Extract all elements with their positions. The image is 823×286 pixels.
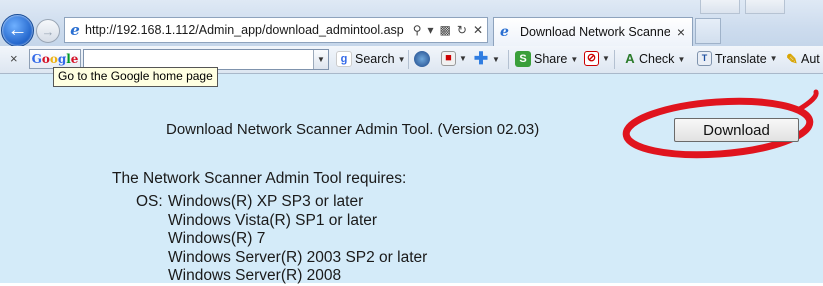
os-list-item: Windows Vista(R) SP1 or later <box>168 211 378 229</box>
autofill-button[interactable]: ✎ Aut <box>786 51 820 67</box>
autofill-pencil-icon: ✎ <box>786 51 798 67</box>
toolbar-close-icon[interactable]: × <box>10 51 18 66</box>
share-label: Share <box>534 52 568 66</box>
popup-blocker-button[interactable]: ⊘ ▼ <box>584 51 610 66</box>
plus-button[interactable]: ✚ ▼ <box>473 49 500 68</box>
search-button-label: Search <box>355 52 395 66</box>
chevron-down-icon: ▼ <box>492 54 500 64</box>
requirements-intro: The Network Scanner Admin Tool requires: <box>112 170 407 187</box>
google-logo-letter: e <box>70 52 79 66</box>
page-title: Download Network Scanner Admin Tool. (Ve… <box>166 121 540 138</box>
pagerank-button[interactable] <box>414 51 430 67</box>
share-icon: S <box>515 51 531 67</box>
tab-close-icon[interactable]: × <box>670 24 692 40</box>
google-logo-letter: o <box>41 52 50 66</box>
window-control[interactable] <box>700 0 740 14</box>
google-logo-letter: o <box>49 52 58 66</box>
os-list-item: Windows(R) XP SP3 or later <box>168 193 364 210</box>
os-requirements-list: Windows(R) XP SP3 or later Windows Vista… <box>168 193 427 286</box>
check-label: Check <box>639 52 675 66</box>
chevron-down-icon: ▼ <box>677 54 686 64</box>
dropdown-arrow-icon[interactable]: ▾ <box>428 23 434 37</box>
tab-download-network-scanner[interactable]: e Download Network Scanne... × <box>493 17 693 46</box>
back-button[interactable]: ← <box>1 14 34 47</box>
os-label: OS: <box>136 193 163 210</box>
share-button[interactable]: S Share ▼ <box>515 51 578 67</box>
address-url[interactable]: http://192.168.1.112/Admin_app/download_… <box>85 23 413 37</box>
google-logo-letter: G <box>31 52 42 66</box>
translate-label: Translate <box>715 51 767 66</box>
stop-icon[interactable]: ✕ <box>473 23 483 37</box>
google-g-icon: g <box>336 51 352 67</box>
autofill-label: Aut <box>801 52 820 66</box>
bookmark-icon: ■ <box>441 51 456 66</box>
globe-icon <box>414 51 430 67</box>
plus-icon: ✚ <box>473 49 489 68</box>
ie-tab-icon: e <box>500 24 509 40</box>
chevron-down-icon: ▼ <box>602 54 610 63</box>
browser-nav-bar: ← → e http://192.168.1.112/Admin_app/dow… <box>0 0 823 47</box>
search-history-dropdown-icon[interactable]: ▼ <box>313 50 328 69</box>
chevron-down-icon: ▼ <box>769 54 778 63</box>
os-list-item: Windows Server(R) 2003 SP2 or later <box>168 248 428 266</box>
compatibility-view-icon[interactable]: ▩ <box>440 23 451 37</box>
back-arrow-icon: ← <box>7 19 28 41</box>
refresh-icon[interactable]: ↻ <box>457 23 467 37</box>
forward-arrow-icon: → <box>41 23 55 39</box>
chevron-down-icon: ▼ <box>459 54 467 63</box>
google-search-button[interactable]: g Search ▼ <box>336 51 406 67</box>
google-logo-letter: g <box>57 52 67 66</box>
os-list-item: Windows(R) 7 <box>168 230 266 247</box>
popup-blocker-icon: ⊘ <box>584 51 599 66</box>
ie-page-icon: e <box>70 21 80 39</box>
search-icon[interactable]: ⚲ <box>413 23 422 37</box>
new-tab-button[interactable] <box>695 18 721 44</box>
google-home-tooltip: Go to the Google home page <box>53 67 218 87</box>
spell-check-icon: A <box>625 51 635 66</box>
download-button[interactable]: Download <box>674 118 799 142</box>
translate-button[interactable]: T Translate ▼ <box>697 51 778 66</box>
bookmarks-button[interactable]: ■ ▼ <box>441 51 467 66</box>
translate-icon: T <box>697 51 712 66</box>
spell-check-button[interactable]: A Check ▼ <box>624 51 685 67</box>
chevron-down-icon: ▼ <box>570 54 579 64</box>
address-bar[interactable]: e http://192.168.1.112/Admin_app/downloa… <box>64 17 488 43</box>
window-control[interactable] <box>745 0 785 14</box>
forward-button[interactable]: → <box>36 19 60 43</box>
page-content: Download Network Scanner Admin Tool. (Ve… <box>0 74 823 286</box>
chevron-down-icon: ▼ <box>397 54 406 64</box>
google-home-button[interactable]: Google <box>29 49 81 69</box>
tab-title: Download Network Scanne... <box>520 25 670 39</box>
